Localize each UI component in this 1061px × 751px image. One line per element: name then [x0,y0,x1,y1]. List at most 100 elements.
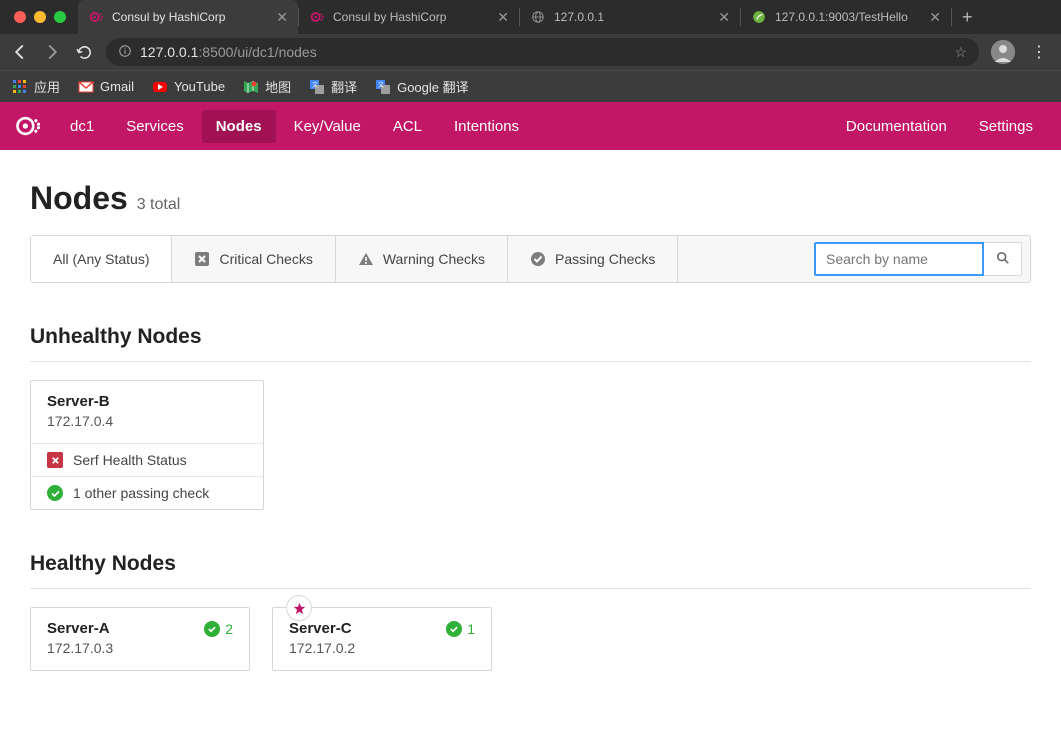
critical-status-icon [47,452,63,468]
consul-favicon-icon [309,9,325,25]
reload-button[interactable] [74,44,94,61]
leader-star-icon [286,595,312,621]
consul-favicon-icon [88,9,104,25]
translate-icon: 文 [309,79,325,95]
page-title: Nodes 3 total [30,180,1031,217]
filter-bar: All (Any Status) Critical Checks Warning… [30,235,1031,283]
site-info-icon[interactable] [118,44,132,61]
bookmark-label: 地图 [265,77,291,96]
bookmarks-bar: 应用 Gmail YouTube 地图 文 翻译 [0,70,1061,102]
passing-status-icon [47,485,63,501]
browser-chrome: Consul by HashiCorp ✕ Consul by HashiCor… [0,0,1061,102]
spring-favicon-icon [751,9,767,25]
close-window-button[interactable] [14,11,26,23]
globe-favicon-icon [530,9,546,25]
nav-nodes[interactable]: Nodes [202,110,276,143]
nav-keyvalue[interactable]: Key/Value [280,110,375,143]
healthy-nodes-grid: Server-A 2 172.17.0.3 Server-C [30,607,1031,671]
browser-tab[interactable]: 127.0.0.1 ✕ [520,0,740,34]
filter-passing[interactable]: Passing Checks [508,236,678,282]
translate-icon: 文 [375,79,391,95]
bookmark-label: Google 翻译 [397,77,469,96]
search-button[interactable] [984,242,1022,276]
gmail-icon [78,79,94,95]
passing-icon [530,251,546,267]
close-tab-icon[interactable]: ✕ [718,9,730,26]
node-name: Server-B [47,393,247,410]
tab-title: 127.0.0.1 [554,10,604,24]
consul-navbar: dc1 Services Nodes Key/Value ACL Intenti… [0,102,1061,150]
svg-text:文: 文 [378,81,384,89]
tab-title: 127.0.0.1:9003/TestHello [775,10,908,24]
nav-services[interactable]: Services [112,110,198,143]
datacenter-selector[interactable]: dc1 [56,110,108,143]
profile-avatar[interactable] [991,40,1015,64]
nav-documentation[interactable]: Documentation [832,110,961,143]
passing-count: 1 [446,621,475,637]
browser-menu-icon[interactable]: ⋮ [1027,42,1051,62]
browser-tab[interactable]: Consul by HashiCorp ✕ [78,0,298,34]
nav-acl[interactable]: ACL [379,110,436,143]
page-content: Nodes 3 total All (Any Status) Critical … [0,150,1061,671]
window-controls [4,11,78,23]
unhealthy-nodes-grid: Server-B 172.17.0.4 Serf Health Status 1… [30,380,1031,510]
node-ip: 172.17.0.2 [289,640,475,656]
browser-tab[interactable]: Consul by HashiCorp ✕ [299,0,519,34]
node-count: 3 total [137,196,181,213]
bookmark-label: 翻译 [331,77,357,96]
tab-title: Consul by HashiCorp [112,10,225,24]
node-name: Server-A [47,620,110,637]
browser-tab[interactable]: 127.0.0.1:9003/TestHello ✕ [741,0,951,34]
node-card[interactable]: Server-C 1 172.17.0.2 [272,607,492,671]
close-tab-icon[interactable]: ✕ [276,9,288,26]
bookmark-google-translate[interactable]: 文 Google 翻译 [375,77,469,96]
critical-icon [194,251,210,267]
minimize-window-button[interactable] [34,11,46,23]
svg-text:文: 文 [312,81,318,89]
section-divider [30,361,1031,362]
youtube-icon [152,79,168,95]
check-row: 1 other passing check [31,477,263,509]
filter-critical[interactable]: Critical Checks [172,236,335,282]
bookmark-youtube[interactable]: YouTube [152,79,225,95]
maps-icon [243,79,259,95]
tab-bar: Consul by HashiCorp ✕ Consul by HashiCor… [0,0,1061,34]
search-icon [996,251,1010,268]
bookmark-maps[interactable]: 地图 [243,77,291,96]
close-tab-icon[interactable]: ✕ [929,9,941,26]
warning-icon [358,251,374,267]
bookmark-apps[interactable]: 应用 [12,77,60,96]
back-button[interactable] [10,43,30,61]
check-row: Serf Health Status [31,444,263,477]
nav-intentions[interactable]: Intentions [440,110,533,143]
address-bar: 127.0.0.1:8500/ui/dc1/nodes ☆ ⋮ [0,34,1061,70]
url-input[interactable]: 127.0.0.1:8500/ui/dc1/nodes ☆ [106,38,979,66]
node-card[interactable]: Server-A 2 172.17.0.3 [30,607,250,671]
new-tab-button[interactable]: + [952,7,983,28]
maximize-window-button[interactable] [54,11,66,23]
node-ip: 172.17.0.4 [47,413,247,429]
filter-all[interactable]: All (Any Status) [31,236,172,282]
search-input[interactable] [814,242,984,276]
tab-title: Consul by HashiCorp [333,10,446,24]
bookmark-translate[interactable]: 文 翻译 [309,77,357,96]
url-text: 127.0.0.1:8500/ui/dc1/nodes [140,44,317,60]
node-ip: 172.17.0.3 [47,640,233,656]
forward-button[interactable] [42,43,62,61]
bookmark-label: YouTube [174,79,225,94]
healthy-section-title: Healthy Nodes [30,552,1031,576]
unhealthy-section-title: Unhealthy Nodes [30,325,1031,349]
nav-settings[interactable]: Settings [965,110,1047,143]
node-card[interactable]: Server-B 172.17.0.4 Serf Health Status 1… [30,380,264,510]
apps-grid-icon [12,79,28,95]
bookmark-label: 应用 [34,77,60,96]
passing-count: 2 [204,621,233,637]
passing-status-icon [204,621,220,637]
close-tab-icon[interactable]: ✕ [497,9,509,26]
consul-logo-icon[interactable] [14,112,42,140]
bookmark-star-icon[interactable]: ☆ [954,44,967,61]
filter-warning[interactable]: Warning Checks [336,236,508,282]
passing-status-icon [446,621,462,637]
bookmark-label: Gmail [100,79,134,94]
bookmark-gmail[interactable]: Gmail [78,79,134,95]
